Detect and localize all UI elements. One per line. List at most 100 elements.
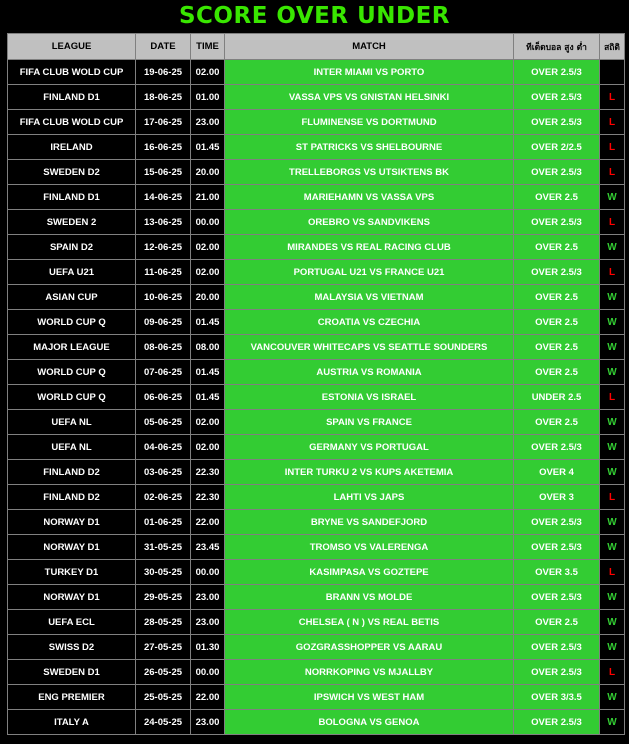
match-cell: GOZGRASSHOPPER VS AARAU bbox=[224, 634, 514, 660]
time-cell: 01.45 bbox=[190, 384, 225, 410]
pick-cell: OVER 3 bbox=[513, 484, 600, 510]
result-cell: W bbox=[599, 184, 625, 210]
result-cell: L bbox=[599, 159, 625, 185]
date-cell: 17-06-25 bbox=[135, 109, 191, 135]
table-row: FINLAND D1 14-06-25 21.00 MARIEHAMN VS VASS… bbox=[7, 184, 625, 210]
time-cell: 01.45 bbox=[190, 134, 225, 160]
time-cell: 02.00 bbox=[190, 59, 225, 85]
league-cell: SWEDEN D2 bbox=[7, 159, 136, 185]
header-time: TIME bbox=[190, 33, 225, 60]
table-row: NORWAY D1 31-05-25 23.45 TROMSO VS VALERENG… bbox=[7, 534, 625, 560]
pick-cell: UNDER 2.5 bbox=[513, 384, 600, 410]
time-cell: 02.00 bbox=[190, 434, 225, 460]
league-cell: WORLD CUP Q bbox=[7, 359, 136, 385]
match-cell: GERMANY VS PORTUGAL bbox=[224, 434, 514, 460]
match-cell: NORRKOPING VS MJALLBY bbox=[224, 659, 514, 685]
date-cell: 31-05-25 bbox=[135, 534, 191, 560]
table-row: NORWAY D1 01-06-25 22.00 BRYNE VS SANDEFJOR… bbox=[7, 509, 625, 535]
time-cell: 23.00 bbox=[190, 609, 225, 635]
pick-cell: OVER 2.5 bbox=[513, 309, 600, 335]
match-cell: VANCOUVER WHITECAPS VS SEATTLE SOUNDERS bbox=[224, 334, 514, 360]
match-cell: CHELSEA ( N ) VS REAL BETIS bbox=[224, 609, 514, 635]
pick-cell: OVER 2.5 bbox=[513, 609, 600, 635]
pick-cell: OVER 4 bbox=[513, 459, 600, 485]
date-cell: 13-06-25 bbox=[135, 209, 191, 235]
match-cell: TRELLEBORGS VS UTSIKTENS BK bbox=[224, 159, 514, 185]
date-cell: 26-05-25 bbox=[135, 659, 191, 685]
result-cell bbox=[599, 59, 625, 85]
date-cell: 18-06-25 bbox=[135, 84, 191, 110]
pick-cell: OVER 2.5/3 bbox=[513, 209, 600, 235]
time-cell: 21.00 bbox=[190, 184, 225, 210]
result-cell: W bbox=[599, 309, 625, 335]
pick-cell: OVER 2.5/3 bbox=[513, 259, 600, 285]
table-row: UEFA NL 05-06-25 02.00 SPAIN VS FRANCE OVER … bbox=[7, 409, 625, 435]
result-cell: L bbox=[599, 84, 625, 110]
pick-cell: OVER 2.5/3 bbox=[513, 434, 600, 460]
match-cell: PORTUGAL U21 VS FRANCE U21 bbox=[224, 259, 514, 285]
time-cell: 22.00 bbox=[190, 684, 225, 710]
result-cell: W bbox=[599, 334, 625, 360]
table-row: FINLAND D1 18-06-25 01.00 VASSA VPS VS GNIS… bbox=[7, 84, 625, 110]
pick-cell: OVER 2.5 bbox=[513, 184, 600, 210]
league-cell: SWISS D2 bbox=[7, 634, 136, 660]
time-cell: 20.00 bbox=[190, 284, 225, 310]
match-cell: ST PATRICKS VS SHELBOURNE bbox=[224, 134, 514, 160]
match-cell: IPSWICH VS WEST HAM bbox=[224, 684, 514, 710]
pick-cell: OVER 2.5/3 bbox=[513, 659, 600, 685]
result-cell: L bbox=[599, 209, 625, 235]
match-cell: VASSA VPS VS GNISTAN HELSINKI bbox=[224, 84, 514, 110]
time-cell: 02.00 bbox=[190, 234, 225, 260]
date-cell: 09-06-25 bbox=[135, 309, 191, 335]
table-row: SWEDEN 2 13-06-25 00.00 OREBRO VS SANDVIKEN… bbox=[7, 209, 625, 235]
league-cell: FINLAND D2 bbox=[7, 459, 136, 485]
date-cell: 24-05-25 bbox=[135, 709, 191, 735]
table-row: ENG PREMIER 25-05-25 22.00 IPSWICH VS WEST … bbox=[7, 684, 625, 710]
time-cell: 23.00 bbox=[190, 584, 225, 610]
time-cell: 20.00 bbox=[190, 159, 225, 185]
table-row: WORLD CUP Q 07-06-25 01.45 AUSTRIA VS ROMAN… bbox=[7, 359, 625, 385]
match-cell: LAHTI VS JAPS bbox=[224, 484, 514, 510]
table-row: IRELAND 16-06-25 01.45 ST PATRICKS VS SHELB… bbox=[7, 134, 625, 160]
match-cell: MIRANDES VS REAL RACING CLUB bbox=[224, 234, 514, 260]
result-cell: W bbox=[599, 709, 625, 735]
pick-cell: OVER 2.5/3 bbox=[513, 709, 600, 735]
match-cell: CROATIA VS CZECHIA bbox=[224, 309, 514, 335]
result-cell: W bbox=[599, 634, 625, 660]
date-cell: 08-06-25 bbox=[135, 334, 191, 360]
league-cell: SWEDEN 2 bbox=[7, 209, 136, 235]
date-cell: 15-06-25 bbox=[135, 159, 191, 185]
date-cell: 01-06-25 bbox=[135, 509, 191, 535]
result-cell: W bbox=[599, 534, 625, 560]
result-cell: W bbox=[599, 409, 625, 435]
pick-cell: OVER 2.5 bbox=[513, 359, 600, 385]
table-row: SWEDEN D2 15-06-25 20.00 TRELLEBORGS VS UTS… bbox=[7, 159, 625, 185]
pick-cell: OVER 2.5/3 bbox=[513, 159, 600, 185]
league-cell: FIFA CLUB WOLD CUP bbox=[7, 109, 136, 135]
league-cell: IRELAND bbox=[7, 134, 136, 160]
league-cell: WORLD CUP Q bbox=[7, 384, 136, 410]
date-cell: 04-06-25 bbox=[135, 434, 191, 460]
table-row: FIFA CLUB WOLD CUP 17-06-25 23.00 FLUMINENS… bbox=[7, 109, 625, 135]
time-cell: 01.45 bbox=[190, 309, 225, 335]
time-cell: 23.45 bbox=[190, 534, 225, 560]
table-row: SWEDEN D1 26-05-25 00.00 NORRKOPING VS MJAL… bbox=[7, 659, 625, 685]
date-cell: 19-06-25 bbox=[135, 59, 191, 85]
table-row: SPAIN D2 12-06-25 02.00 MIRANDES VS REAL RA… bbox=[7, 234, 625, 260]
time-cell: 08.00 bbox=[190, 334, 225, 360]
pick-cell: OVER 2.5/3 bbox=[513, 59, 600, 85]
table-row: MAJOR LEAGUE 08-06-25 08.00 VANCOUVER WHITE… bbox=[7, 334, 625, 360]
pick-cell: OVER 2.5/3 bbox=[513, 584, 600, 610]
match-cell: ESTONIA VS ISRAEL bbox=[224, 384, 514, 410]
league-cell: ASIAN CUP bbox=[7, 284, 136, 310]
league-cell: FINLAND D2 bbox=[7, 484, 136, 510]
result-cell: W bbox=[599, 509, 625, 535]
table-row: UEFA U21 11-06-25 02.00 PORTUGAL U21 VS FRA… bbox=[7, 259, 625, 285]
league-cell: FINLAND D1 bbox=[7, 84, 136, 110]
table-row: TURKEY D1 30-05-25 00.00 KASIMPASA VS GOZTE… bbox=[7, 559, 625, 585]
match-cell: FLUMINENSE VS DORTMUND bbox=[224, 109, 514, 135]
pick-cell: OVER 2.5 bbox=[513, 234, 600, 260]
result-cell: L bbox=[599, 484, 625, 510]
pick-cell: OVER 2.5/3 bbox=[513, 109, 600, 135]
date-cell: 02-06-25 bbox=[135, 484, 191, 510]
